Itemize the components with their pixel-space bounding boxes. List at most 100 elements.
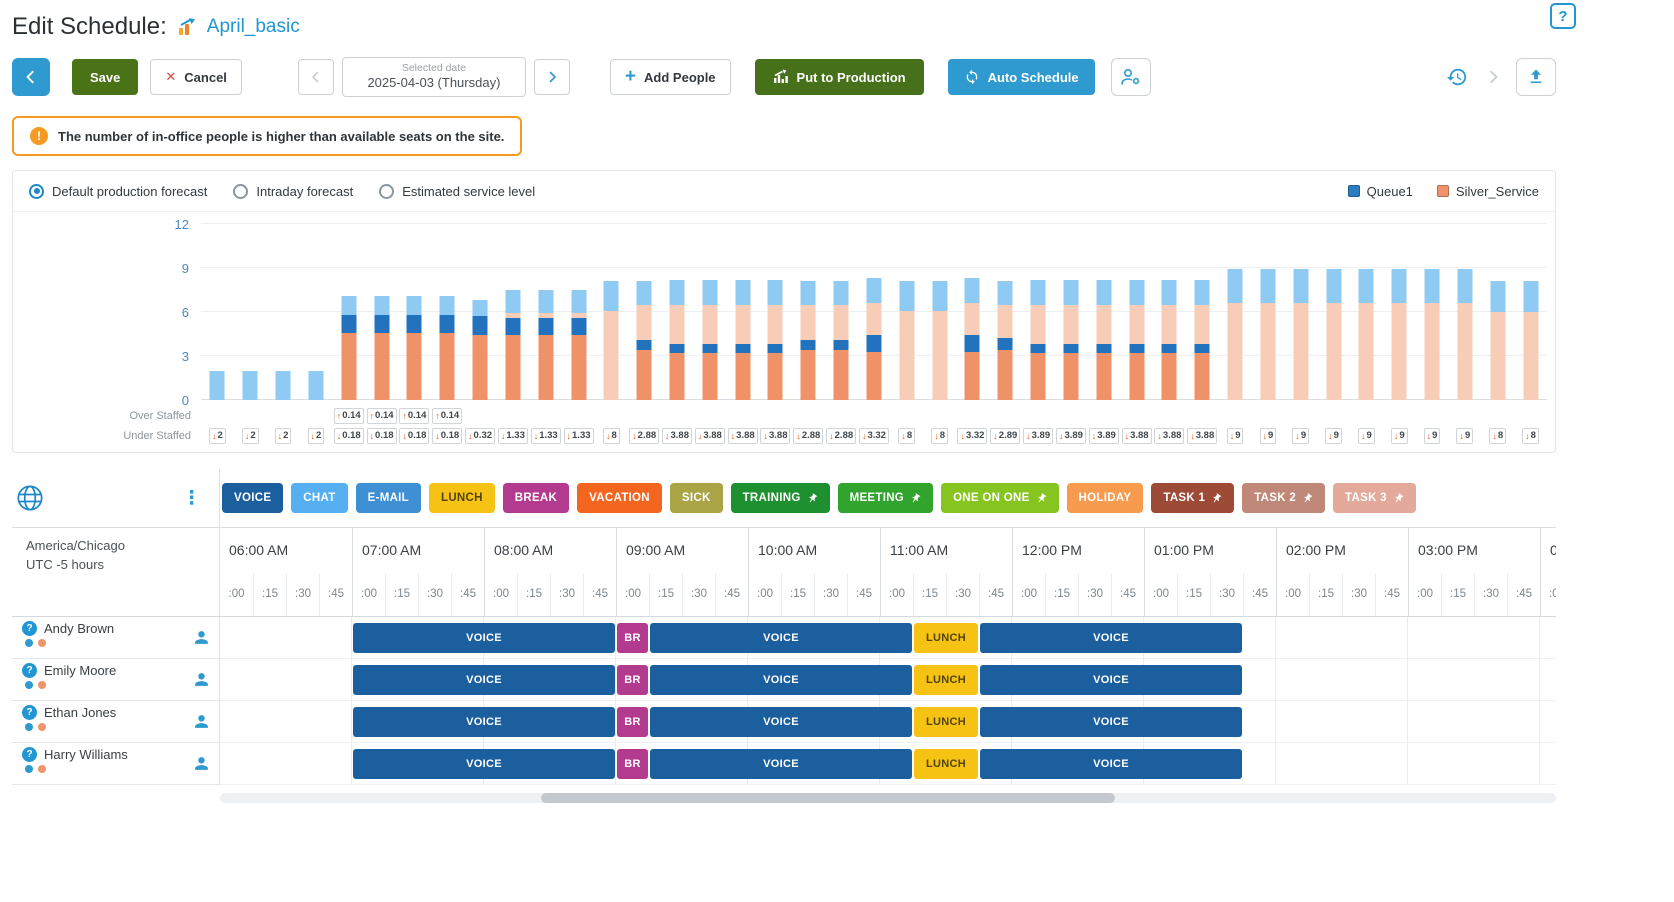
put-to-production-button[interactable]: Put to Production — [755, 59, 924, 95]
down-arrow-icon: ↓ — [501, 431, 506, 441]
save-button[interactable]: Save — [72, 59, 138, 95]
timeline-quarter-label: :00 — [1144, 573, 1177, 616]
activity-chip-oneonone[interactable]: ONE ON ONE — [941, 483, 1058, 513]
chart-bar-segment — [735, 344, 750, 353]
chart-bar — [1087, 224, 1120, 400]
activity-chip-meeting[interactable]: MEETING — [838, 483, 934, 513]
employee-row[interactable]: ?Andy Brown — [12, 617, 219, 659]
employee-row[interactable]: ?Harry Williams — [12, 743, 219, 785]
chart-bar — [890, 224, 923, 400]
activity-chip-chat[interactable]: CHAT — [291, 483, 347, 513]
schedule-block-lunch[interactable]: LUNCH — [914, 623, 978, 653]
schedule-name[interactable]: April_basic — [207, 16, 300, 38]
forecast-option-2[interactable]: Intraday forecast — [233, 184, 353, 199]
activity-chip-label: TASK 2 — [1254, 492, 1296, 504]
back-button[interactable] — [12, 58, 50, 96]
auto-schedule-button[interactable]: Auto Schedule — [948, 59, 1095, 95]
legend-item-queue1[interactable]: Queue1 — [1348, 184, 1413, 199]
schedule-block-voice[interactable]: VOICE — [980, 665, 1242, 695]
staffing-preferences-button[interactable] — [1111, 58, 1151, 96]
activity-chip-email[interactable]: E-MAIL — [356, 483, 421, 513]
history-button[interactable] — [1444, 64, 1470, 90]
schedule-block-voice[interactable]: VOICE — [353, 749, 615, 779]
scrollbar-thumb[interactable] — [541, 793, 1115, 803]
export-button[interactable] — [1516, 58, 1556, 96]
chart-bar-segment — [1096, 344, 1111, 353]
activity-chip-voice[interactable]: VOICE — [222, 483, 283, 513]
chart-bar-segment — [735, 353, 750, 400]
person-icon[interactable] — [194, 672, 209, 687]
person-icon[interactable] — [194, 630, 209, 645]
timeline-hour-label: 02:00 PM — [1276, 528, 1408, 573]
schedule-block-voice[interactable]: VOICE — [980, 707, 1242, 737]
schedule-block-voice[interactable]: VOICE — [980, 623, 1242, 653]
schedule-block-voice[interactable]: VOICE — [980, 749, 1242, 779]
employee-row[interactable]: ?Ethan Jones — [12, 701, 219, 743]
schedule-block-break[interactable]: BR — [617, 707, 648, 737]
activity-chip-holiday[interactable]: HOLIDAY — [1067, 483, 1144, 513]
horizontal-scrollbar[interactable] — [220, 793, 1556, 803]
add-people-button[interactable]: + Add People — [610, 59, 731, 95]
schedule-row: VOICEBRVOICELUNCHVOICE — [220, 659, 1556, 701]
schedule-block-lunch[interactable]: LUNCH — [914, 749, 978, 779]
next-date-button[interactable] — [534, 59, 570, 95]
employee-row[interactable]: ?Emily Moore — [12, 659, 219, 701]
chart-bar-segment — [1425, 269, 1440, 303]
under-staffed-badge: ↓9 — [1424, 428, 1441, 444]
upload-icon — [1527, 68, 1545, 86]
chart-bar-segment — [1129, 344, 1144, 353]
forecast-options-row: Default production forecast Intraday fore… — [13, 171, 1555, 212]
cancel-button[interactable]: ✕ Cancel — [150, 59, 242, 95]
activity-chip-training[interactable]: TRAINING — [731, 483, 830, 513]
under-staffed-badge: ↓3.32 — [859, 428, 889, 444]
activity-chip-vacation[interactable]: VACATION — [577, 483, 662, 513]
legend-item-silver_service[interactable]: Silver_Service — [1437, 184, 1539, 199]
chart-bar-segment — [604, 281, 619, 310]
over-staffed-badge: ↑0.14 — [367, 408, 397, 424]
schedule-block-voice[interactable]: VOICE — [650, 665, 912, 695]
chart-bar-segment — [801, 340, 816, 350]
chart-bar-segment — [374, 296, 389, 315]
activity-chip-sick[interactable]: SICK — [670, 483, 723, 513]
legend-swatch — [1437, 185, 1449, 197]
activity-chip-lunch[interactable]: LUNCH — [429, 483, 495, 513]
schedule-block-voice[interactable]: VOICE — [650, 623, 912, 653]
timeline-quarter-label: :00 — [1276, 573, 1309, 616]
chart-bar-segment — [670, 280, 685, 305]
activity-chip-task2[interactable]: TASK 2 — [1242, 483, 1325, 513]
forecast-option-3[interactable]: Estimated service level — [379, 184, 535, 199]
activity-chip-break[interactable]: BREAK — [503, 483, 569, 513]
selected-date-field[interactable]: Selected date 2025-04-03 (Thursday) — [342, 57, 526, 97]
activity-chip-task3[interactable]: TASK 3 — [1333, 483, 1416, 513]
schedule-block-voice[interactable]: VOICE — [353, 665, 615, 695]
person-gear-icon — [1120, 68, 1142, 86]
person-icon[interactable] — [194, 756, 209, 771]
person-icon[interactable] — [194, 714, 209, 729]
schedule-block-break[interactable]: BR — [617, 623, 648, 653]
chart-bar-segment — [604, 311, 619, 400]
under-staffed-badge: ↓2 — [209, 428, 226, 444]
schedule-block-voice[interactable]: VOICE — [353, 623, 615, 653]
schedule-block-break[interactable]: BR — [617, 749, 648, 779]
chart-bar — [956, 224, 989, 400]
under-staffed-badge: ↓8 — [931, 428, 948, 444]
chart-bar-segment — [1293, 269, 1308, 303]
under-staffed-badge: ↓3.88 — [1154, 428, 1184, 444]
activity-chip-task1[interactable]: TASK 1 — [1151, 483, 1234, 513]
schedule-block-voice[interactable]: VOICE — [353, 707, 615, 737]
previous-date-button[interactable] — [298, 59, 334, 95]
skill-dot — [25, 681, 33, 689]
timezone-globe-icon[interactable] — [16, 484, 44, 512]
forecast-option-1[interactable]: Default production forecast — [29, 184, 207, 199]
schedule-block-voice[interactable]: VOICE — [650, 749, 912, 779]
schedule-block-break[interactable]: BR — [617, 665, 648, 695]
schedule-block-lunch[interactable]: LUNCH — [914, 707, 978, 737]
schedule-block-lunch[interactable]: LUNCH — [914, 665, 978, 695]
redo-button[interactable] — [1484, 68, 1502, 86]
sidebar-top: ⋮ — [12, 469, 219, 527]
over-staffed-badge: ↑0.14 — [334, 408, 364, 424]
schedule-block-voice[interactable]: VOICE — [650, 707, 912, 737]
schedule-menu-kebab-icon[interactable]: ⋮ — [182, 487, 201, 510]
warning-message: The number of in-office people is higher… — [58, 129, 504, 144]
chart-bar-segment — [1162, 280, 1177, 305]
